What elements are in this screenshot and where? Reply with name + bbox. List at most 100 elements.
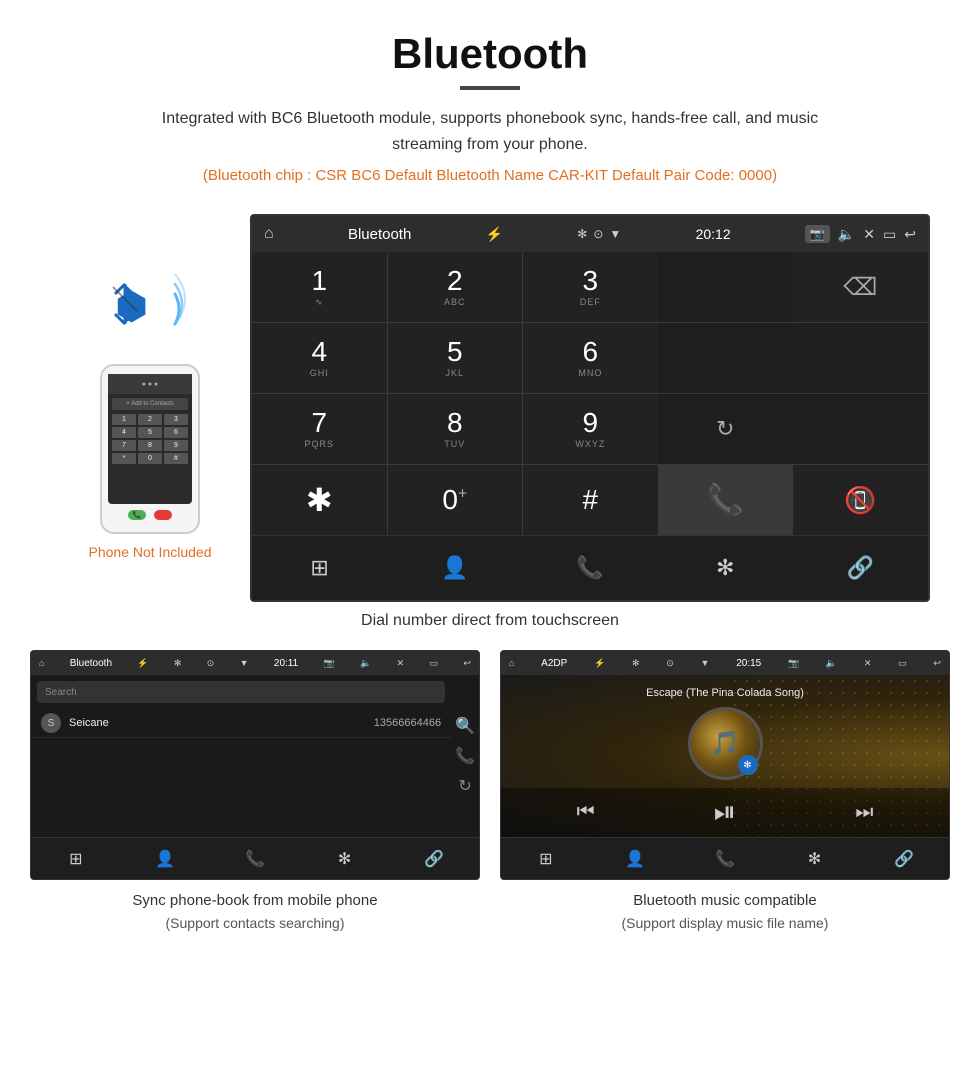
music-a2dp-title: A2DP (541, 658, 567, 669)
pb-time: 20:11 (274, 658, 298, 669)
dialpad-side-col: ↻ 📞 (658, 252, 793, 535)
music-nav-bt[interactable]: ✻ (770, 838, 860, 879)
wifi-waves-icon (145, 274, 195, 337)
pb-home-icon: ⌂ (39, 658, 44, 668)
pb-nav-dialpad[interactable]: ⊞ (31, 838, 121, 879)
dial-key-5[interactable]: 5 JKL (388, 323, 523, 393)
phone-illustration: ⬢ ● ● (50, 214, 250, 560)
pb-screen-icon: ▭ (430, 658, 439, 669)
home-icon[interactable]: ⌂ (264, 225, 274, 243)
cu-status-icons: ✻ ⊙ ▼ (577, 227, 621, 241)
pb-title: Bluetooth (70, 658, 112, 669)
nav-phone[interactable]: 📞 (522, 536, 657, 600)
pb-back-icon: ↩ (463, 658, 471, 669)
phonebook-caption: Sync phone-book from mobile phone (Suppo… (132, 890, 377, 935)
play-pause-btn[interactable]: ⏯ (714, 796, 736, 829)
screen-icon[interactable]: ▭ (883, 226, 896, 243)
music-caption: Bluetooth music compatible (Support disp… (622, 890, 829, 935)
dp-empty-1 (658, 252, 793, 322)
close-icon[interactable]: ✕ (863, 226, 875, 243)
phonebook-unit: ⌂ Bluetooth ⚡ ✻ ⊙ ▼ 20:11 📷 🔈 ✕ ▭ ↩ Sear… (30, 650, 480, 880)
phone-call-btn: 📞 (128, 510, 146, 520)
pb-sig-icon: ▼ (240, 658, 249, 668)
phone-key-0: 0 (138, 453, 162, 464)
music-usb-icon: ⚡ (594, 658, 605, 669)
pb-search-icon[interactable]: 🔍 (455, 716, 475, 736)
nav-dialpad[interactable]: ⊞ (252, 536, 387, 600)
music-nav-dialpad[interactable]: ⊞ (501, 838, 591, 879)
back-icon[interactable]: ↩ (904, 226, 916, 243)
bt-status-icon: ✻ (577, 227, 587, 241)
pb-nav-phone[interactable]: 📞 (210, 838, 300, 879)
nav-contacts[interactable]: 👤 (387, 536, 522, 600)
music-controls: ⏮ ⏯ ⏭ (501, 788, 949, 837)
pb-search-bar[interactable]: Search (37, 681, 445, 703)
music-nav-link[interactable]: 🔗 (859, 838, 949, 879)
music-note-icon: 🎵 (710, 729, 740, 758)
music-cam-icon: 📷 (788, 658, 799, 669)
bottom-left-caption-text: Sync phone-book from mobile phone (132, 892, 377, 909)
phone-key-8: 8 (138, 440, 162, 451)
bottom-right-sub-text: (Support display music file name) (622, 915, 829, 931)
pb-contact-row[interactable]: S Seicane 13566664466 (31, 709, 451, 738)
pb-cam-icon: 📷 (324, 658, 335, 669)
pb-call-icon[interactable]: 📞 (455, 746, 475, 766)
pb-bottom-nav: ⊞ 👤 📞 ✻ 🔗 (31, 837, 479, 879)
phone-keypad: 1 2 3 4 5 6 7 8 9 * 0 # (112, 414, 188, 464)
phone-not-included-label: Phone Not Included (89, 544, 212, 560)
dial-key-4[interactable]: 4 GHI (252, 323, 387, 393)
dial-key-9[interactable]: 9 WXYZ (523, 394, 658, 464)
pb-nav-link[interactable]: 🔗 (389, 838, 479, 879)
dial-key-hash[interactable]: # (523, 465, 658, 535)
usb-icon: ⚡ (486, 226, 503, 243)
prev-track-btn[interactable]: ⏮ (577, 801, 595, 824)
music-nav-phone[interactable]: 📞 (680, 838, 770, 879)
dial-key-1[interactable]: 1 ∿ (252, 252, 387, 322)
dial-key-3[interactable]: 3 DEF (523, 252, 658, 322)
dp-call-cell[interactable]: 📞 (658, 465, 793, 535)
pb-nav-bt[interactable]: ✻ (300, 838, 390, 879)
dialpad-main: 1 ∿ 2 ABC 3 DEF 4 GHI 5 JKL (252, 252, 658, 535)
cu-statusbar: ⌂ Bluetooth ⚡ ✻ ⊙ ▼ 20:12 📷 🔈 ✕ ▭ ↩ (252, 216, 928, 252)
phone-key-6: 6 (164, 427, 188, 438)
music-close-icon: ✕ (864, 658, 872, 669)
dial-key-2[interactable]: 2 ABC (388, 252, 523, 322)
cu-bottom-nav: ⊞ 👤 📞 ✻ 🔗 (252, 535, 928, 600)
phone-key-7: 7 (112, 440, 136, 451)
dp-redial-cell[interactable]: ↻ (658, 394, 793, 464)
dial-key-7[interactable]: 7 PQRS (252, 394, 387, 464)
music-sig-icon: ▼ (701, 658, 710, 668)
phone-end-btn (154, 510, 172, 520)
nav-link[interactable]: 🔗 (793, 536, 928, 600)
music-loc-icon: ⊙ (666, 658, 674, 669)
nav-bluetooth[interactable]: ✻ (658, 536, 793, 600)
dial-key-8[interactable]: 8 TUV (388, 394, 523, 464)
music-bt-icon: ✻ (632, 658, 640, 669)
phone-bottom-bar: 📞 (102, 504, 198, 526)
dp-end-call-cell[interactable]: 📵 (793, 465, 928, 535)
camera-icon[interactable]: 📷 (805, 225, 830, 243)
phone-key-4: 4 (112, 427, 136, 438)
music-bottom-nav: ⊞ 👤 📞 ✻ 🔗 (501, 837, 949, 879)
volume-icon[interactable]: 🔈 (838, 226, 855, 243)
bt-badge-icon: ✻ (738, 755, 758, 775)
pb-close-icon: ✕ (397, 658, 405, 669)
phonebook-list: Search S Seicane 13566664466 (31, 675, 451, 837)
phone-key-hash: # (164, 453, 188, 464)
pb-nav-person[interactable]: 👤 (121, 838, 211, 879)
bottom-left-sub-text: (Support contacts searching) (166, 915, 345, 931)
music-screen-icon: ▭ (898, 658, 907, 669)
phone-key-star: * (112, 453, 136, 464)
dp-backspace-cell[interactable]: ⌫ (793, 252, 928, 322)
music-vol-icon: 🔈 (826, 658, 837, 669)
pb-refresh-icon[interactable]: ↻ (458, 776, 471, 796)
dial-key-star[interactable]: ✱ (252, 465, 387, 535)
next-track-btn[interactable]: ⏭ (855, 801, 873, 824)
dial-key-0[interactable]: 0+ (388, 465, 523, 535)
phone-key-2: 2 (138, 414, 162, 425)
phone-key-5: 5 (138, 427, 162, 438)
music-nav-person[interactable]: 👤 (591, 838, 681, 879)
music-content: Escape (The Pina Colada Song) 🎵 ✻ ⏮ ⏯ ⏭ (501, 675, 949, 837)
cu-right-icons: 📷 🔈 ✕ ▭ ↩ (805, 225, 916, 243)
dial-key-6[interactable]: 6 MNO (523, 323, 658, 393)
